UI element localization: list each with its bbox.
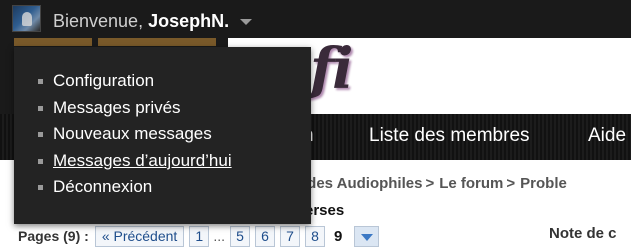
bullet-icon (38, 185, 43, 190)
caret-down-icon[interactable] (240, 19, 252, 25)
menu-item-private-messages[interactable]: Messages privés (38, 98, 232, 125)
site-logo[interactable]: fi (310, 38, 353, 100)
page-link-6[interactable]: 6 (254, 225, 275, 247)
nav-item-help[interactable]: Aide (588, 125, 626, 147)
page-link-1[interactable]: 1 (189, 225, 210, 247)
welcome-prefix: Bienvenue, (53, 11, 149, 31)
previous-page-button[interactable]: « Précédent (94, 225, 185, 247)
welcome-text[interactable]: Bienvenue, JosephN. (53, 11, 229, 32)
bullet-icon (38, 158, 43, 164)
pagination: Pages (9) : « Précédent 1 ... 5 6 7 8 9 (18, 225, 380, 247)
breadcrumb-separator: > (506, 175, 516, 192)
breadcrumb-item-forum[interactable]: Le forum (439, 175, 503, 192)
thread-rating-label: Note de c (549, 225, 617, 242)
user-dropdown-menu: Configuration Messages privés Nouveaux m… (14, 47, 311, 224)
menu-item-configuration[interactable]: Configuration (38, 71, 232, 98)
page-link-8[interactable]: 8 (304, 225, 325, 247)
menu-item-new-messages[interactable]: Nouveaux messages (38, 124, 232, 151)
page-jump-dropdown-icon[interactable] (354, 225, 380, 247)
menu-item-todays-messages[interactable]: Messages d’aujourd’hui (38, 151, 232, 178)
breadcrumb-item-forum-home[interactable]: t des Audiophiles (298, 175, 422, 192)
bullet-icon (38, 79, 43, 84)
user-avatar[interactable] (12, 5, 41, 32)
menu-item-logout[interactable]: Déconnexion (38, 177, 232, 204)
top-bar: Bienvenue, JosephN. (0, 0, 631, 38)
breadcrumb-item-section[interactable]: Proble (520, 175, 567, 192)
page-link-5[interactable]: 5 (229, 225, 250, 247)
pagination-ellipsis: ... (213, 228, 225, 244)
bullet-icon (38, 105, 43, 111)
bullet-icon (38, 132, 43, 137)
page-link-7[interactable]: 7 (279, 225, 300, 247)
current-page: 9 (333, 227, 343, 245)
username[interactable]: JosephN. (148, 11, 229, 31)
nav-item-members[interactable]: Liste des membres (369, 125, 530, 147)
breadcrumb: t des Audiophiles > Le forum > Proble (298, 175, 567, 192)
pages-label: Pages (9) : (18, 228, 89, 244)
header-tab-2[interactable] (98, 38, 216, 46)
breadcrumb-separator: > (425, 175, 435, 192)
header-tab-1[interactable] (14, 38, 92, 46)
